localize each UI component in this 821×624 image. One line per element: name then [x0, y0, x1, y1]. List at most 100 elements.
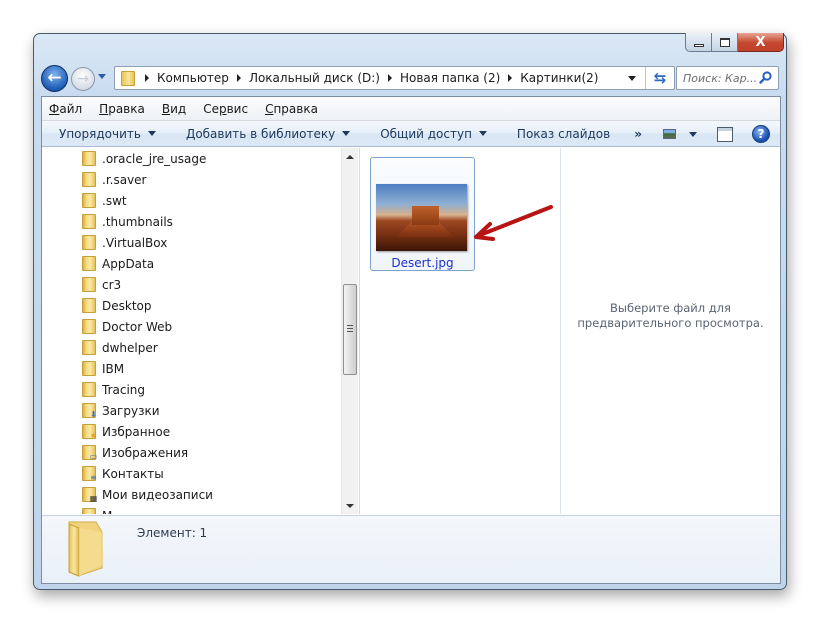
breadcrumb-new-folder[interactable]: Новая папка (2): [400, 71, 500, 85]
tree-item-label: Загрузки: [102, 403, 160, 418]
share-label: Общий доступ: [380, 126, 472, 141]
scrollbar-thumb[interactable]: [343, 284, 357, 375]
tree-item[interactable]: .oracle_jre_usage: [82, 148, 206, 169]
tree-item[interactable]: ★ Избранное: [82, 421, 170, 442]
videos-icon: ▦: [89, 494, 98, 503]
search-icon[interactable]: [759, 71, 772, 84]
address-bar[interactable]: Компьютер Локальный диск (D:) Новая папк…: [114, 66, 675, 90]
menu-tools[interactable]: Сервис: [203, 102, 248, 116]
menu-view[interactable]: Вид: [162, 102, 186, 116]
chevron-down-icon[interactable]: [689, 131, 697, 137]
tree-item[interactable]: ▦ Мои видеозаписи: [82, 484, 213, 505]
folder-icon: [82, 277, 96, 292]
folder-icon: [121, 70, 135, 86]
chevron-right-icon[interactable]: [387, 74, 392, 82]
menu-edit[interactable]: Правка: [99, 102, 145, 116]
folder-icon: [82, 298, 96, 313]
tree-item[interactable]: .VirtualBox: [82, 232, 167, 253]
file-name[interactable]: Desert.jpg: [371, 256, 474, 270]
recent-pages-dropdown[interactable]: [98, 74, 106, 79]
preview-pane: Выберите файл для предварительного просм…: [560, 148, 780, 514]
tree-item-label: Doctor Web: [102, 319, 173, 334]
folder-icon: ▭: [82, 445, 97, 461]
tree-item[interactable]: AppData: [82, 253, 154, 274]
chevron-right-icon[interactable]: [145, 74, 149, 82]
navigation-pane: .oracle_jre_usage .r.saver .swt .thumbnails…: [42, 148, 360, 514]
file-item[interactable]: Desert.jpg: [370, 157, 475, 271]
organize-label: Упорядочить: [59, 126, 141, 141]
thumbnail-rock-top: [412, 206, 439, 225]
tree-item[interactable]: ▭ Изображения: [82, 442, 188, 463]
breadcrumb-computer[interactable]: Компьютер: [157, 71, 229, 85]
breadcrumb-local-disk[interactable]: Локальный диск (D:): [249, 71, 380, 85]
tree-item[interactable]: IBM: [82, 358, 124, 379]
navigation-row: ← → Компьютер Локальный диск (D:) Новая …: [41, 65, 779, 93]
downloads-icon: ⬇: [90, 410, 97, 419]
nav-pane-scrollbar[interactable]: [341, 148, 358, 514]
preview-placeholder-text: Выберите файл для предварительного просм…: [577, 301, 764, 330]
tree-item[interactable]: .r.saver: [82, 169, 146, 190]
tree-item[interactable]: Doctor Web: [82, 316, 172, 337]
menu-help[interactable]: Справка: [265, 102, 318, 116]
slideshow-button[interactable]: Показ слайдов: [517, 127, 610, 141]
tree-item[interactable]: cr3: [82, 274, 121, 295]
breadcrumb-item[interactable]: Картинки(2): [506, 71, 604, 85]
breadcrumb-item[interactable]: Новая папка (2): [386, 71, 506, 85]
refresh-button[interactable]: ⇆: [646, 67, 674, 89]
minimize-icon: [693, 43, 704, 47]
forward-button[interactable]: →: [71, 67, 95, 91]
tree-item[interactable]: Desktop: [82, 295, 152, 316]
folder-icon: [68, 521, 104, 577]
close-button[interactable]: X: [738, 33, 784, 52]
folder-icon: [82, 214, 96, 229]
tree-item[interactable]: ≡ М...: [82, 505, 124, 514]
tree-item-label: Мои видеозаписи: [102, 487, 213, 502]
chevron-down-icon: [478, 131, 487, 136]
tree-item-label: Tracing: [102, 382, 146, 397]
chevron-down-icon: [342, 131, 351, 136]
explorer-content: Файл Правка Вид Сервис Справка Упорядочи…: [41, 96, 781, 584]
chevron-right-icon[interactable]: [236, 74, 241, 82]
back-button[interactable]: ←: [41, 65, 68, 92]
chevron-right-icon[interactable]: [508, 74, 513, 82]
slideshow-label: Показ слайдов: [516, 126, 611, 141]
tree-item[interactable]: dwhelper: [82, 337, 158, 358]
tree-item-label: cr3: [102, 277, 122, 292]
scroll-down-arrow-icon[interactable]: [346, 504, 354, 508]
tree-item-label: .thumbnails: [102, 214, 173, 229]
more-commands-button[interactable]: »: [634, 127, 642, 141]
change-view-button[interactable]: [663, 129, 697, 139]
share-button[interactable]: Общий доступ: [380, 127, 487, 141]
folder-icon: [82, 319, 96, 334]
maximize-button[interactable]: [712, 33, 738, 52]
annotation-arrow-icon: [474, 205, 553, 241]
tree-item-label: М...: [102, 509, 124, 515]
add-to-library-button[interactable]: Добавить в библиотеку: [186, 127, 351, 141]
details-pane: Элемент: 1: [42, 515, 780, 583]
minimize-button[interactable]: [685, 33, 712, 52]
breadcrumb-pictures[interactable]: Картинки(2): [520, 71, 598, 85]
address-history-dropdown[interactable]: [628, 76, 636, 81]
tree-item[interactable]: .swt: [82, 190, 127, 211]
menu-file[interactable]: Файл: [49, 102, 82, 116]
preview-pane-toggle-icon[interactable]: [717, 126, 733, 142]
search-input[interactable]: [683, 71, 761, 85]
tree-item[interactable]: Tracing: [82, 379, 145, 400]
organize-button[interactable]: Упорядочить: [59, 127, 156, 141]
tree-item[interactable]: ⬇ Загрузки: [82, 400, 160, 421]
breadcrumb-item[interactable]: Компьютер: [143, 71, 235, 85]
scroll-up-arrow-icon[interactable]: [346, 155, 354, 159]
maximize-icon: [719, 37, 730, 47]
back-arrow-icon: ←: [47, 68, 62, 88]
grip-icon: [347, 325, 353, 332]
tree-item-label: .oracle_jre_usage: [102, 151, 207, 166]
refresh-icon: ⇆: [653, 69, 667, 87]
search-box[interactable]: [676, 66, 779, 90]
view-thumbnail-icon: [663, 129, 676, 139]
tree-item-label: .VirtualBox: [102, 235, 168, 250]
help-icon[interactable]: ?: [752, 125, 770, 143]
tree-item[interactable]: ≡ Контакты: [82, 463, 164, 484]
tree-item[interactable]: .thumbnails: [82, 211, 173, 232]
folder-icon: [82, 256, 96, 271]
breadcrumb-item[interactable]: Локальный диск (D:): [235, 71, 386, 85]
